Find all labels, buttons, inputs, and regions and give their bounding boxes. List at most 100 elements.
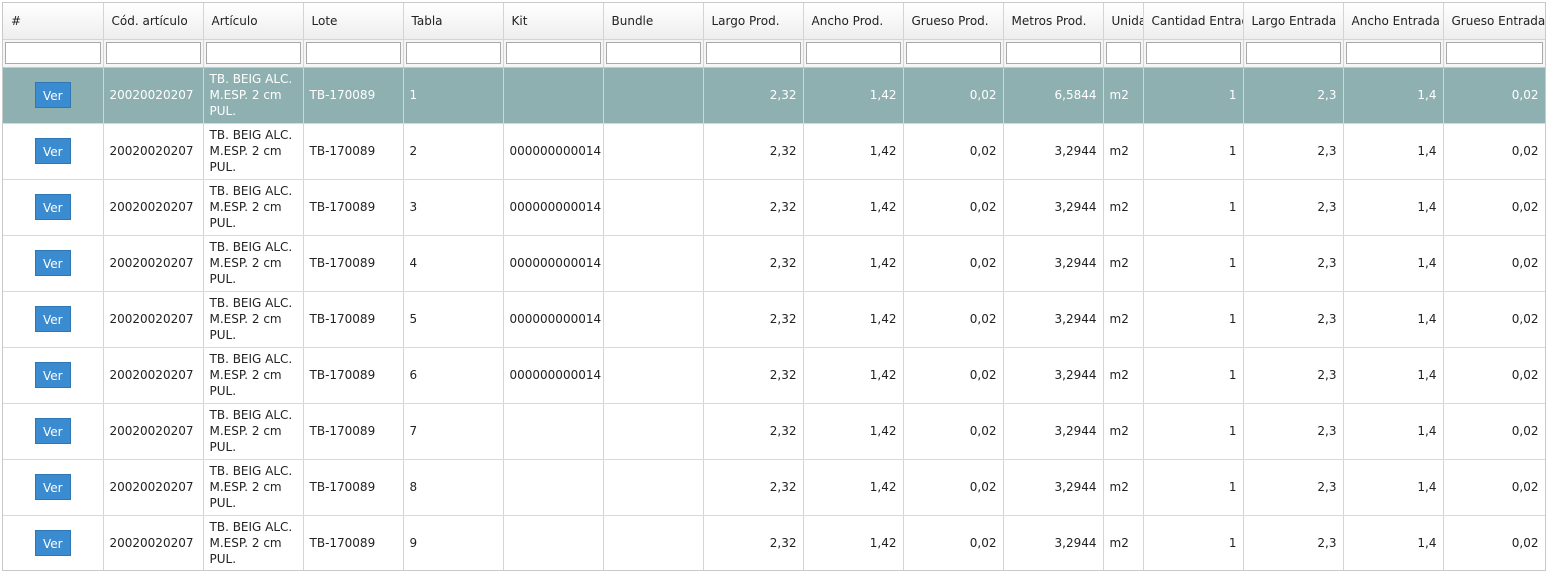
cell-grueso-prod: 0,02 — [903, 515, 1004, 570]
column-header-cod-articulo[interactable]: Cód. artículo — [103, 3, 204, 40]
column-header-metros-prod[interactable]: Metros Prod. — [1003, 3, 1104, 40]
cell-unidad: m2 — [1103, 459, 1144, 516]
table-row[interactable]: Ver 20020020207 TB. BEIG ALC. M.ESP. 2 cm … — [3, 291, 1545, 348]
cell-action: Ver — [3, 123, 104, 180]
cell-ancho-entrada: 1,4 — [1343, 515, 1444, 570]
cell-lote: TB-170089 — [303, 291, 404, 348]
filter-input-largo-entrada[interactable] — [1245, 42, 1341, 64]
table-row[interactable]: Ver 20020020207 TB. BEIG ALC. M.ESP. 2 cm … — [3, 67, 1545, 124]
filter-input-ancho-entrada[interactable] — [1345, 42, 1441, 64]
filter-input-index[interactable] — [5, 42, 101, 64]
filter-input-cod-articulo[interactable] — [105, 42, 201, 64]
cell-metros-prod: 3,2944 — [1003, 403, 1104, 460]
table-row[interactable]: Ver 20020020207 TB. BEIG ALC. M.ESP. 2 cm … — [3, 179, 1545, 236]
column-header-cantidad-entrada[interactable]: Cantidad Entrada — [1143, 3, 1244, 40]
column-header-bundle[interactable]: Bundle — [603, 3, 704, 40]
cell-cod-articulo: 20020020207 — [103, 459, 204, 516]
table-row[interactable]: Ver 20020020207 TB. BEIG ALC. M.ESP. 2 cm … — [3, 515, 1545, 570]
table-body: Ver 20020020207 TB. BEIG ALC. M.ESP. 2 cm … — [3, 67, 1545, 570]
table-row[interactable]: Ver 20020020207 TB. BEIG ALC. M.ESP. 2 cm … — [3, 235, 1545, 292]
cell-kit: 000000000014 — [503, 235, 604, 292]
ver-button[interactable]: Ver — [34, 82, 71, 108]
cell-cantidad-entrada: 1 — [1143, 459, 1244, 516]
cell-cantidad-entrada: 1 — [1143, 515, 1244, 570]
column-header-grueso-prod[interactable]: Grueso Prod. — [903, 3, 1004, 40]
cell-tabla: 2 — [403, 123, 504, 180]
cell-bundle — [603, 67, 704, 124]
cell-grueso-entrada: 0,02 — [1443, 235, 1545, 292]
filter-input-grueso-prod[interactable] — [905, 42, 1001, 64]
column-header-kit[interactable]: Kit — [503, 3, 604, 40]
cell-metros-prod: 3,2944 — [1003, 179, 1104, 236]
filter-input-kit[interactable] — [505, 42, 601, 64]
cell-kit — [503, 67, 604, 124]
filter-input-grueso-entrada[interactable] — [1445, 42, 1543, 64]
cell-grueso-prod: 0,02 — [903, 123, 1004, 180]
cell-action: Ver — [3, 291, 104, 348]
cell-largo-prod: 2,32 — [703, 347, 804, 404]
column-header-tabla[interactable]: Tabla — [403, 3, 504, 40]
cell-grueso-entrada: 0,02 — [1443, 403, 1545, 460]
ver-button[interactable]: Ver — [34, 250, 71, 276]
table-row[interactable]: Ver 20020020207 TB. BEIG ALC. M.ESP. 2 cm … — [3, 403, 1545, 460]
filter-input-unidad[interactable] — [1105, 42, 1141, 64]
cell-grueso-prod: 0,02 — [903, 179, 1004, 236]
table-row[interactable]: Ver 20020020207 TB. BEIG ALC. M.ESP. 2 cm … — [3, 123, 1545, 180]
cell-unidad: m2 — [1103, 403, 1144, 460]
cell-action: Ver — [3, 235, 104, 292]
cell-articulo: TB. BEIG ALC. M.ESP. 2 cm PUL. — [203, 403, 304, 460]
cell-largo-prod: 2,32 — [703, 515, 804, 570]
filter-input-articulo[interactable] — [205, 42, 301, 64]
filter-input-largo-prod[interactable] — [705, 42, 801, 64]
filter-input-cantidad-entrada[interactable] — [1145, 42, 1241, 64]
cell-largo-entrada: 2,3 — [1243, 67, 1344, 124]
table-row[interactable]: Ver 20020020207 TB. BEIG ALC. M.ESP. 2 cm … — [3, 459, 1545, 516]
cell-kit — [503, 459, 604, 516]
ver-button[interactable]: Ver — [34, 138, 71, 164]
cell-ancho-prod: 1,42 — [803, 403, 904, 460]
ver-button[interactable]: Ver — [34, 362, 71, 388]
filter-input-tabla[interactable] — [405, 42, 501, 64]
cell-lote: TB-170089 — [303, 459, 404, 516]
cell-grueso-entrada: 0,02 — [1443, 179, 1545, 236]
cell-largo-prod: 2,32 — [703, 459, 804, 516]
filter-input-ancho-prod[interactable] — [805, 42, 901, 64]
filter-input-lote[interactable] — [305, 42, 401, 64]
cell-largo-entrada: 2,3 — [1243, 403, 1344, 460]
ver-button[interactable]: Ver — [34, 418, 71, 444]
ver-button[interactable]: Ver — [34, 194, 71, 220]
cell-kit: 000000000014 — [503, 347, 604, 404]
column-header-ancho-prod[interactable]: Ancho Prod. — [803, 3, 904, 40]
column-header-ancho-entrada[interactable]: Ancho Entrada — [1343, 3, 1444, 40]
cell-lote: TB-170089 — [303, 515, 404, 570]
cell-metros-prod: 3,2944 — [1003, 347, 1104, 404]
filter-input-metros-prod[interactable] — [1005, 42, 1101, 64]
column-header-index[interactable]: # — [3, 3, 104, 40]
cell-largo-entrada: 2,3 — [1243, 291, 1344, 348]
cell-grueso-prod: 0,02 — [903, 291, 1004, 348]
cell-unidad: m2 — [1103, 67, 1144, 124]
cell-ancho-prod: 1,42 — [803, 515, 904, 570]
filter-input-bundle[interactable] — [605, 42, 701, 64]
cell-ancho-entrada: 1,4 — [1343, 347, 1444, 404]
ver-button[interactable]: Ver — [34, 306, 71, 332]
cell-cod-articulo: 20020020207 — [103, 515, 204, 570]
cell-tabla: 1 — [403, 67, 504, 124]
column-header-largo-entrada[interactable]: Largo Entrada — [1243, 3, 1344, 40]
ver-button[interactable]: Ver — [34, 530, 71, 556]
column-header-grueso-entrada[interactable]: Grueso Entrada — [1443, 3, 1545, 40]
cell-largo-prod: 2,32 — [703, 235, 804, 292]
cell-cod-articulo: 20020020207 — [103, 67, 204, 124]
filter-row — [3, 39, 1545, 68]
cell-grueso-entrada: 0,02 — [1443, 347, 1545, 404]
table-row[interactable]: Ver 20020020207 TB. BEIG ALC. M.ESP. 2 cm … — [3, 347, 1545, 404]
ver-button[interactable]: Ver — [34, 474, 71, 500]
cell-cantidad-entrada: 1 — [1143, 291, 1244, 348]
column-header-largo-prod[interactable]: Largo Prod. — [703, 3, 804, 40]
cell-metros-prod: 6,5844 — [1003, 67, 1104, 124]
column-header-lote[interactable]: Lote — [303, 3, 404, 40]
column-header-articulo[interactable]: Artículo — [203, 3, 304, 40]
column-header-unidad[interactable]: Unidad — [1103, 3, 1144, 40]
cell-ancho-entrada: 1,4 — [1343, 179, 1444, 236]
header-row: # Cód. artículo Artículo Lote Tabla Kit … — [3, 3, 1545, 40]
